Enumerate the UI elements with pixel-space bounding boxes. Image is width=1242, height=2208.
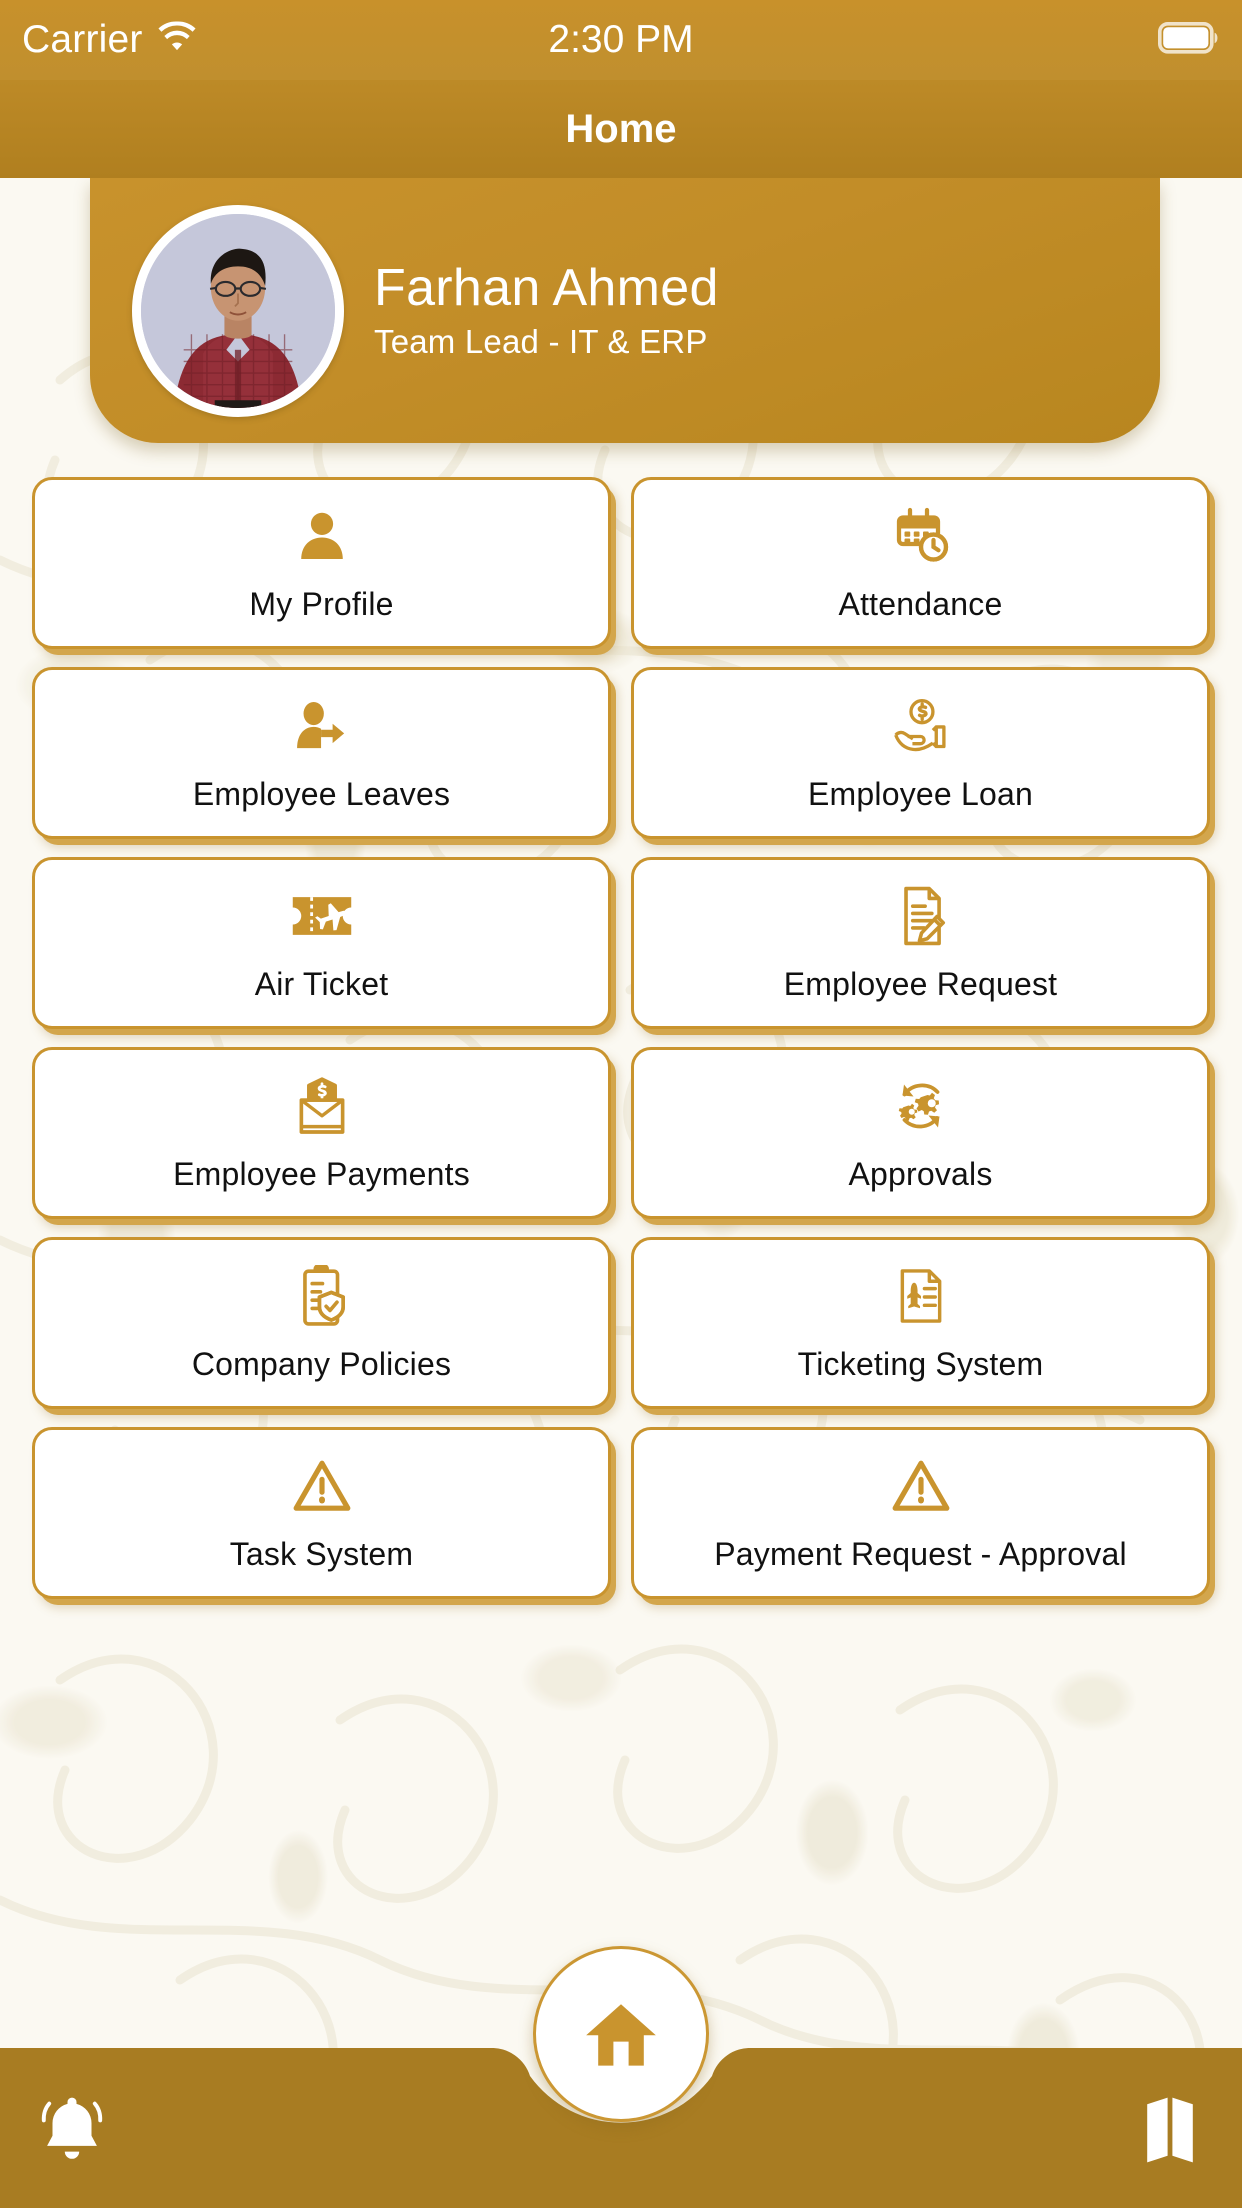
menu-tile-label: Employee Payments xyxy=(173,1155,470,1192)
user-icon xyxy=(293,504,351,568)
menu-tile-ticketing-system[interactable]: Ticketing System xyxy=(631,1237,1210,1409)
menu-tile-label: Employee Leaves xyxy=(192,775,451,812)
menu-tile-label: Approvals xyxy=(848,1155,993,1192)
menu-tile-my-profile[interactable]: My Profile xyxy=(32,477,611,649)
menu-tile-task-system[interactable]: Task System xyxy=(32,1427,611,1599)
home-button[interactable] xyxy=(533,1946,709,2122)
status-bar: Carrier 2:30 PM xyxy=(0,0,1242,80)
menu-tile-payment-request-approval[interactable]: Payment Request - Approval xyxy=(631,1427,1210,1599)
avatar xyxy=(132,204,344,417)
menu-tile-attendance[interactable]: Attendance xyxy=(631,477,1210,649)
menu-grid: My Profile Attendance Employee Leaves Em… xyxy=(32,477,1210,1599)
user-exit-arrow-icon xyxy=(292,694,352,758)
hand-money-icon xyxy=(890,694,952,758)
menu-tile-employee-request[interactable]: Employee Request xyxy=(631,857,1210,1029)
gears-refresh-icon xyxy=(890,1074,952,1138)
status-bar-right xyxy=(1157,21,1220,59)
warning-triangle-icon xyxy=(890,1454,952,1518)
menu-tile-label: Air Ticket xyxy=(254,965,389,1002)
menu-tile-label: Task System xyxy=(229,1535,414,1572)
home-icon xyxy=(586,2004,656,2066)
nav-bar: Home xyxy=(0,80,1242,178)
envelope-money-icon xyxy=(295,1074,349,1138)
menu-tile-label: My Profile xyxy=(249,585,394,622)
profile-name: Farhan Ahmed xyxy=(374,258,719,317)
battery-full-icon xyxy=(1157,21,1220,59)
menu-tile-label: Attendance xyxy=(838,585,1003,622)
menu-tile-label: Employee Request xyxy=(783,965,1058,1002)
page-title: Home xyxy=(565,106,677,151)
clipboard-shield-icon xyxy=(296,1264,348,1328)
app-root: Carrier 2:30 PM Home Farhan Ahmed Team L… xyxy=(0,0,1242,2208)
bell-icon[interactable] xyxy=(30,2088,114,2172)
document-plane-icon xyxy=(894,1264,948,1328)
map-icon[interactable] xyxy=(1128,2088,1212,2172)
calendar-clock-icon xyxy=(891,504,951,568)
user-photo-avatar xyxy=(141,213,335,408)
menu-tile-employee-leaves[interactable]: Employee Leaves xyxy=(32,667,611,839)
menu-tile-employee-payments[interactable]: Employee Payments xyxy=(32,1047,611,1219)
profile-role: Team Lead - IT & ERP xyxy=(374,323,708,361)
profile-card[interactable]: Farhan Ahmed Team Lead - IT & ERP xyxy=(90,178,1160,443)
ticket-plane-icon xyxy=(289,884,355,948)
menu-tile-air-ticket[interactable]: Air Ticket xyxy=(32,857,611,1029)
menu-tile-label: Company Policies xyxy=(191,1345,452,1382)
document-pencil-icon xyxy=(895,884,947,948)
menu-tile-company-policies[interactable]: Company Policies xyxy=(32,1237,611,1409)
profile-text: Farhan Ahmed Team Lead - IT & ERP xyxy=(374,258,719,361)
warning-triangle-icon xyxy=(291,1454,353,1518)
menu-tile-approvals[interactable]: Approvals xyxy=(631,1047,1210,1219)
menu-tile-label: Ticketing System xyxy=(797,1345,1044,1382)
menu-tile-label: Payment Request - Approval xyxy=(714,1535,1127,1572)
menu-tile-employee-loan[interactable]: Employee Loan xyxy=(631,667,1210,839)
status-bar-time: 2:30 PM xyxy=(548,18,694,61)
menu-tile-label: Employee Loan xyxy=(808,775,1033,812)
